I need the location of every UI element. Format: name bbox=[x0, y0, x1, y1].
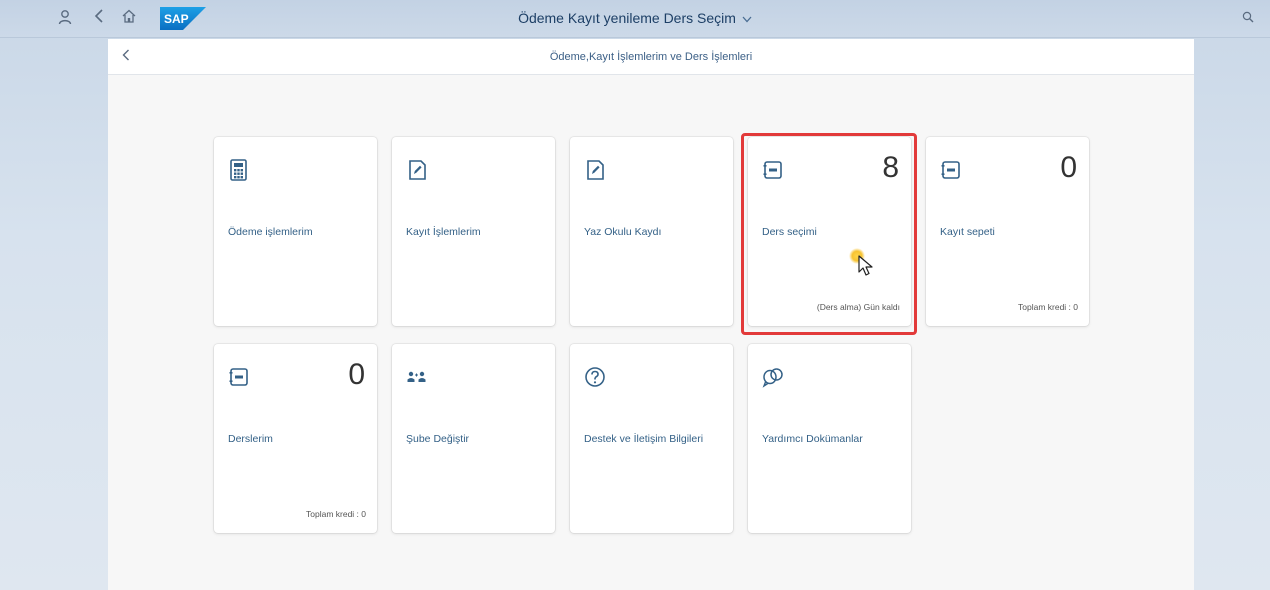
tile-derslerim[interactable]: 0 Derslerim Toplam kredi : 0 bbox=[214, 344, 377, 533]
tile-yardimci-dokumanlar[interactable]: Yardımcı Dokümanlar bbox=[748, 344, 911, 533]
tile-highlight-frame bbox=[741, 133, 917, 335]
group-icon bbox=[407, 371, 426, 382]
sub-header: Ödeme,Kayıt İşlemlerim ve Ders İşlemleri bbox=[108, 39, 1194, 75]
app-title-menu[interactable]: Ödeme Kayıt yenileme Ders Seçim bbox=[0, 10, 1270, 26]
chevron-down-icon[interactable] bbox=[742, 14, 752, 26]
discussion-icon bbox=[762, 368, 783, 388]
tile-title: Derslerim bbox=[228, 433, 273, 445]
tile-footer: Toplam kredi : 0 bbox=[1018, 302, 1078, 312]
tile-title: Ödeme işlemlerim bbox=[228, 226, 313, 238]
mouse-cursor-icon bbox=[849, 248, 873, 276]
course-book-icon bbox=[941, 161, 960, 179]
course-book-icon bbox=[229, 368, 248, 386]
tile-title: Kayıt İşlemlerim bbox=[406, 226, 481, 238]
tile-kayit-sepeti[interactable]: 0 Kayıt sepeti Toplam kredi : 0 bbox=[926, 137, 1089, 326]
question-mark-icon bbox=[585, 367, 605, 387]
tile-footer: Toplam kredi : 0 bbox=[306, 509, 366, 519]
tile-yaz-okulu-kaydi[interactable]: Yaz Okulu Kaydı bbox=[570, 137, 733, 326]
tile-title: Destek ve İletişim Bilgileri bbox=[584, 433, 704, 445]
calculator-icon bbox=[230, 159, 247, 181]
tile-destek-iletisim[interactable]: Destek ve İletişim Bilgileri bbox=[570, 344, 733, 533]
edit-document-icon bbox=[587, 160, 604, 180]
tile-odeme-islemlerim[interactable]: Ödeme işlemlerim bbox=[214, 137, 377, 326]
app-title[interactable]: Ödeme Kayıt yenileme Ders Seçim bbox=[518, 10, 736, 26]
tile-kayit-islemlerim[interactable]: Kayıt İşlemlerim bbox=[392, 137, 555, 326]
tile-sube-degistir[interactable]: Şube Değiştir bbox=[392, 344, 555, 533]
tile-title: Kayıt sepeti bbox=[940, 226, 995, 238]
tile-count: 0 bbox=[1060, 151, 1077, 184]
search-icon[interactable] bbox=[1238, 9, 1258, 29]
shell-bar: SAP Ödeme Kayıt yenileme Ders Seçim bbox=[0, 0, 1270, 38]
tile-count: 0 bbox=[348, 358, 365, 391]
edit-document-icon bbox=[409, 160, 426, 180]
tile-title: Yardımcı Dokümanlar bbox=[762, 433, 863, 445]
tile-title: Şube Değiştir bbox=[406, 433, 470, 445]
tile-title: Yaz Okulu Kaydı bbox=[584, 226, 662, 238]
page-title: Ödeme,Kayıt İşlemlerim ve Ders İşlemleri bbox=[549, 51, 753, 63]
